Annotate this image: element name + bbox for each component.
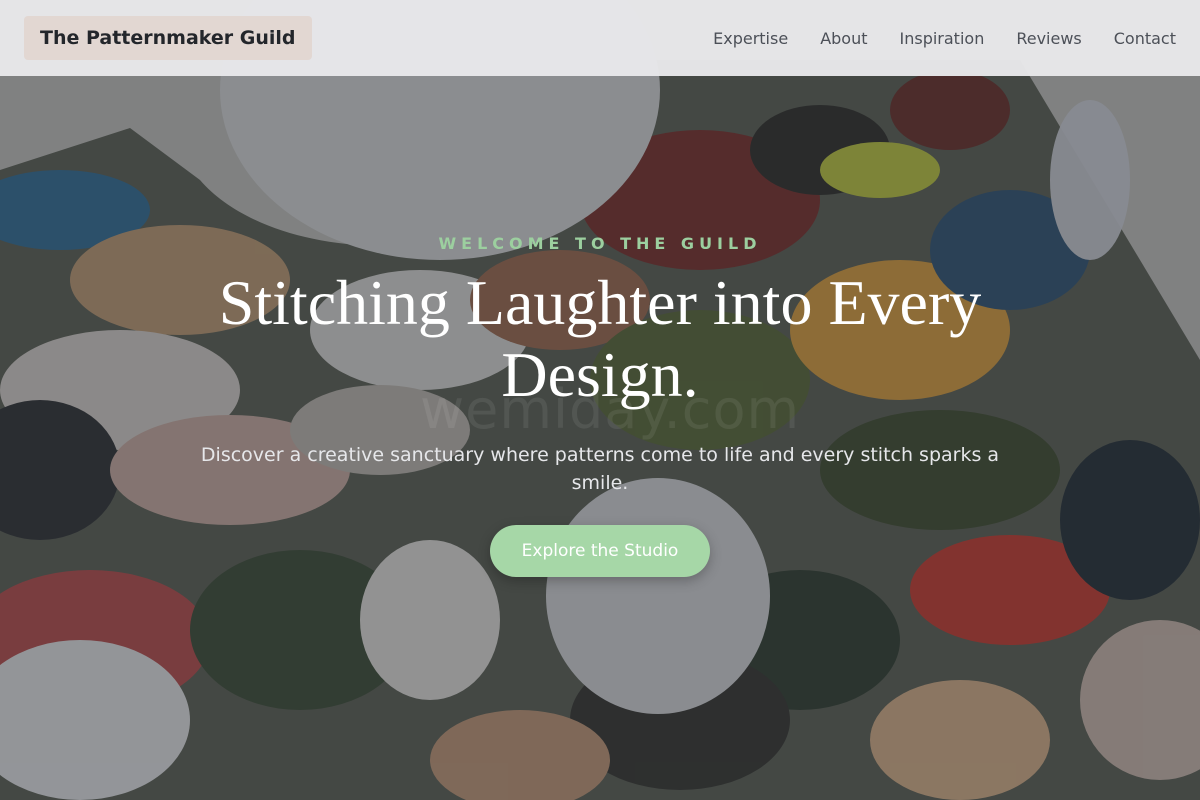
hero-eyebrow: WELCOME TO THE GUILD: [438, 234, 762, 253]
page: The Patternmaker Guild Expertise About I…: [0, 0, 1200, 800]
explore-studio-button[interactable]: Explore the Studio: [489, 525, 711, 577]
nav-link-reviews[interactable]: Reviews: [1016, 29, 1081, 48]
nav-link-expertise[interactable]: Expertise: [713, 29, 788, 48]
nav-link-about[interactable]: About: [820, 29, 867, 48]
hero-section: WELCOME TO THE GUILD Stitching Laughter …: [150, 234, 1050, 577]
hero-description: Discover a creative sanctuary where patt…: [200, 444, 1000, 494]
nav-link-contact[interactable]: Contact: [1114, 29, 1176, 48]
site-header: The Patternmaker Guild Expertise About I…: [0, 0, 1200, 76]
primary-nav: Expertise About Inspiration Reviews Cont…: [713, 0, 1176, 76]
hero-headline: Stitching Laughter into Every Design.: [218, 267, 982, 410]
brand-logo[interactable]: The Patternmaker Guild: [24, 16, 312, 60]
nav-link-inspiration[interactable]: Inspiration: [900, 29, 985, 48]
